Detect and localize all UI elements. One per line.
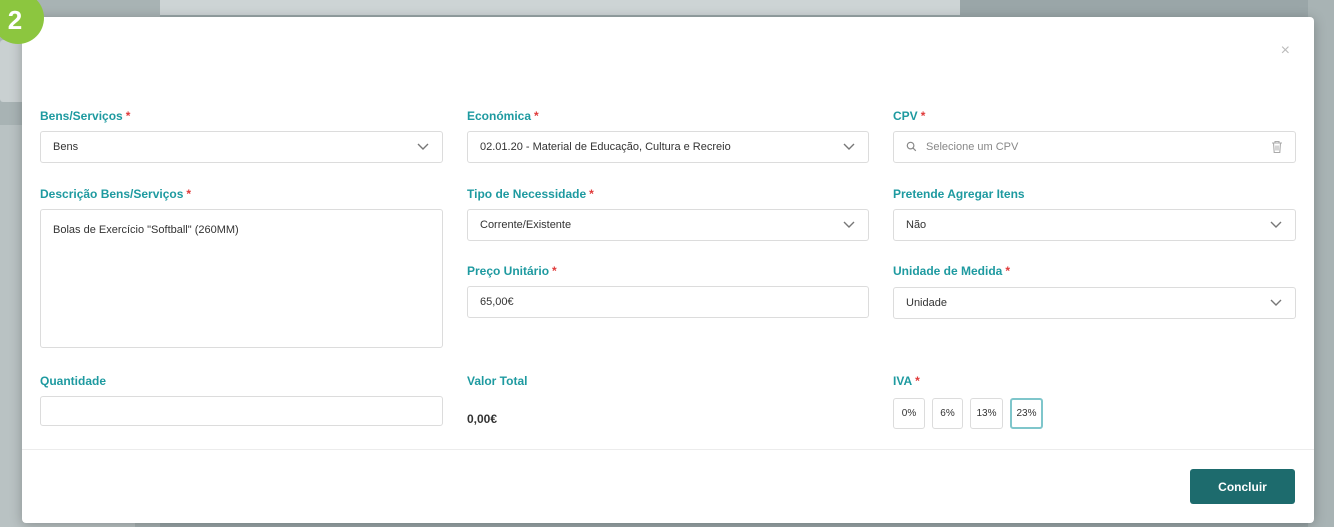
add-item-modal: × Bens/Serviços * Bens Económica * 02.01.2… xyxy=(22,17,1314,523)
bens-servicos-value: Bens xyxy=(53,141,79,153)
concluir-button[interactable]: Concluir xyxy=(1190,469,1295,504)
quantidade-label: Quantidade xyxy=(40,374,106,388)
search-icon xyxy=(906,141,918,153)
cpv-label: CPV * xyxy=(893,109,925,123)
quantidade-input[interactable] xyxy=(40,396,443,426)
bens-servicos-select[interactable]: Bens xyxy=(40,131,443,163)
unidade-medida-label-text: Unidade de Medida xyxy=(893,264,1003,278)
chevron-down-icon xyxy=(842,218,856,232)
chevron-down-icon xyxy=(1269,218,1283,232)
cpv-search-input[interactable]: Selecione um CPV xyxy=(893,131,1296,163)
preco-unitario-label: Preço Unitário * xyxy=(467,264,557,278)
valor-total-label-text: Valor Total xyxy=(467,374,528,388)
preco-unitario-value: 65,00€ xyxy=(480,296,514,308)
cpv-placeholder: Selecione um CPV xyxy=(926,141,1019,153)
iva-label-text: IVA xyxy=(893,374,913,388)
economica-label: Económica * xyxy=(467,109,539,123)
preco-unitario-label-text: Preço Unitário xyxy=(467,264,550,278)
required-mark: * xyxy=(589,187,594,201)
background-topbar xyxy=(160,0,960,15)
quantidade-label-text: Quantidade xyxy=(40,374,107,388)
required-mark: * xyxy=(920,109,926,123)
iva-option-0[interactable]: 0% xyxy=(893,398,925,429)
bens-servicos-label-text: Bens/Serviços xyxy=(40,109,123,123)
cpv-label-text: CPV xyxy=(893,109,918,123)
iva-option-13[interactable]: 13% xyxy=(970,398,1003,429)
agregar-itens-label: Pretende Agregar Itens xyxy=(893,187,1025,201)
chevron-down-icon xyxy=(842,140,856,154)
valor-total-label: Valor Total xyxy=(467,374,527,388)
agregar-itens-label-text: Pretende Agregar Itens xyxy=(893,187,1025,201)
descricao-textarea[interactable]: Bolas de Exercício "Softball" (260MM) xyxy=(40,209,443,348)
bens-servicos-label: Bens/Serviços * xyxy=(40,109,130,123)
close-icon[interactable]: × xyxy=(1281,43,1290,59)
preco-unitario-input[interactable]: 65,00€ xyxy=(467,286,869,318)
tipo-necessidade-value: Corrente/Existente xyxy=(480,219,572,231)
required-mark: * xyxy=(915,374,920,388)
economica-select[interactable]: 02.01.20 - Material de Educação, Cultura… xyxy=(467,131,869,163)
iva-option-6[interactable]: 6% xyxy=(932,398,963,429)
tipo-necessidade-select[interactable]: Corrente/Existente xyxy=(467,209,869,241)
economica-value: 02.01.20 - Material de Educação, Cultura… xyxy=(480,141,731,153)
agregar-itens-value: Não xyxy=(906,219,927,231)
required-mark: * xyxy=(125,109,131,123)
required-mark: * xyxy=(1005,264,1011,278)
agregar-itens-select[interactable]: Não xyxy=(893,209,1296,241)
iva-label: IVA * xyxy=(893,374,920,388)
chevron-down-icon xyxy=(416,140,430,154)
valor-total-value: 0,00€ xyxy=(467,412,498,426)
tipo-necessidade-label-text: Tipo de Necessidade xyxy=(467,187,587,201)
trash-icon[interactable] xyxy=(1271,140,1283,154)
unidade-medida-label: Unidade de Medida * xyxy=(893,264,1010,278)
tipo-necessidade-label: Tipo de Necessidade * xyxy=(467,187,594,201)
economica-label-text: Económica xyxy=(467,109,532,123)
required-mark: * xyxy=(534,109,539,123)
iva-option-23[interactable]: 23% xyxy=(1010,398,1043,429)
descricao-label-text: Descrição Bens/Serviços xyxy=(40,187,184,201)
chevron-down-icon xyxy=(1269,296,1283,310)
descricao-label: Descrição Bens/Serviços * xyxy=(40,187,191,201)
unidade-medida-value: Unidade xyxy=(906,297,947,309)
required-mark: * xyxy=(552,264,557,278)
unidade-medida-select[interactable]: Unidade xyxy=(893,287,1296,319)
footer-divider xyxy=(22,449,1314,450)
required-mark: * xyxy=(186,187,192,201)
